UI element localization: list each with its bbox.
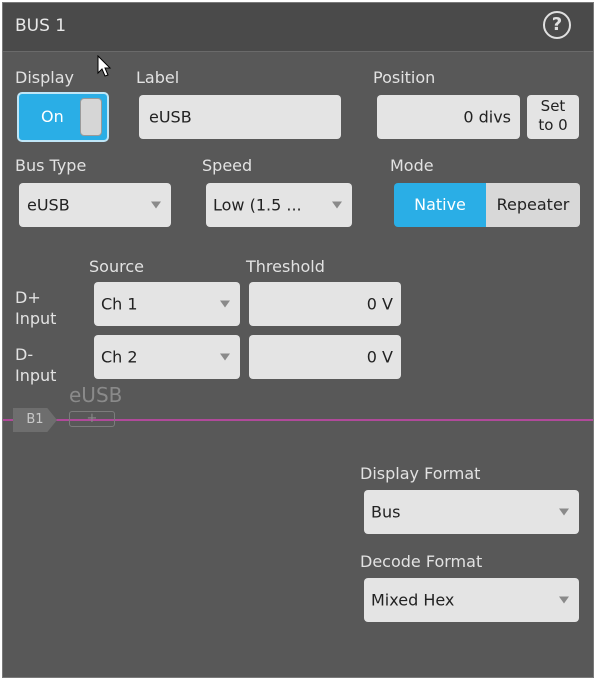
dminus-threshold-value: 0 V — [366, 347, 393, 367]
dplus-label-line1: D+ — [15, 288, 41, 307]
speed-select[interactable]: Low (1.5 ... — [206, 183, 352, 227]
dminus-label-line1: D- — [15, 345, 34, 364]
chevron-down-icon — [559, 508, 569, 516]
source-header: Source — [89, 257, 144, 276]
dplus-label-line2: Input — [15, 309, 57, 328]
label-field-label: Label — [136, 68, 180, 87]
set-to-zero-button[interactable]: Set to 0 — [527, 95, 579, 139]
dminus-threshold-input[interactable]: 0 V — [249, 335, 401, 379]
mouse-pointer-icon — [97, 55, 112, 77]
position-input[interactable]: 0 divs — [377, 95, 520, 139]
toggle-knob — [80, 98, 102, 136]
bus-tag-b1[interactable]: B1 — [13, 408, 57, 432]
mode-native-button[interactable]: Native — [394, 183, 486, 227]
speed-value: Low (1.5 ... — [213, 195, 302, 215]
decode-format-label: Decode Format — [360, 552, 483, 571]
display-format-value: Bus — [371, 502, 401, 522]
chevron-down-icon — [559, 596, 569, 604]
bus-type-value: eUSB — [27, 195, 70, 215]
display-format-label: Display Format — [360, 464, 481, 483]
bus-config-panel: BUS 1 ? Display On Label eUSB Position 0… — [2, 2, 594, 678]
speed-label: Speed — [202, 156, 253, 175]
dplus-source-select[interactable]: Ch 1 — [94, 282, 240, 326]
display-toggle-value: On — [41, 107, 64, 126]
dplus-threshold-input[interactable]: 0 V — [249, 282, 401, 326]
bus-type-label: Bus Type — [15, 156, 87, 175]
help-icon[interactable]: ? — [543, 11, 571, 39]
display-format-select[interactable]: Bus — [364, 490, 579, 534]
mode-repeater-button[interactable]: Repeater — [486, 183, 580, 227]
chevron-down-icon — [220, 300, 230, 308]
dplus-source-value: Ch 1 — [101, 294, 138, 314]
dminus-label-line2: Input — [15, 366, 57, 385]
threshold-header: Threshold — [246, 257, 325, 276]
chevron-down-icon — [220, 353, 230, 361]
bus-type-select[interactable]: eUSB — [19, 183, 171, 227]
decode-format-value: Mixed Hex — [371, 590, 455, 610]
waveform-bus-name: eUSB — [69, 383, 123, 407]
waveform-segment: + — [69, 411, 115, 427]
window-title: BUS 1 — [15, 16, 67, 36]
label-input[interactable]: eUSB — [139, 95, 341, 139]
chevron-down-icon — [151, 201, 161, 209]
dplus-threshold-value: 0 V — [366, 294, 393, 314]
set-to-zero-line2: to 0 — [538, 116, 568, 134]
title-bar: BUS 1 ? — [3, 3, 593, 52]
dminus-source-value: Ch 2 — [101, 347, 138, 367]
display-label: Display — [15, 68, 74, 87]
decode-format-select[interactable]: Mixed Hex — [364, 578, 579, 622]
mode-label: Mode — [390, 156, 434, 175]
label-input-value: eUSB — [149, 107, 192, 127]
position-label: Position — [373, 68, 436, 87]
display-toggle[interactable]: On — [17, 92, 109, 142]
set-to-zero-line1: Set — [540, 97, 566, 115]
position-input-value: 0 divs — [463, 107, 511, 127]
chevron-down-icon — [332, 201, 342, 209]
dminus-source-select[interactable]: Ch 2 — [94, 335, 240, 379]
